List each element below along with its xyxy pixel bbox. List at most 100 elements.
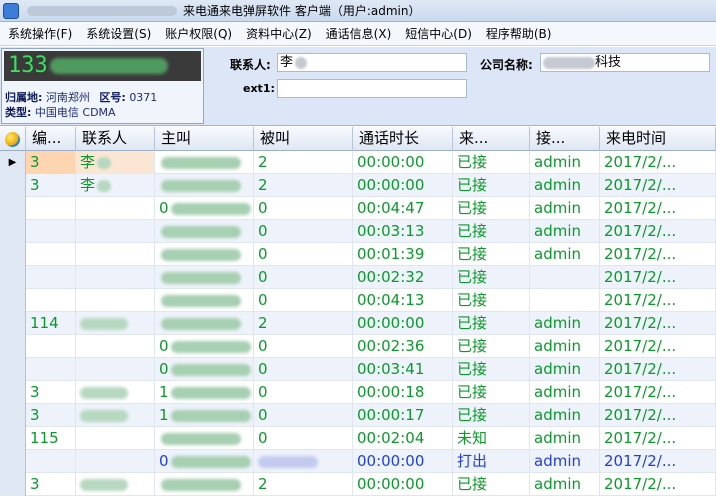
cell-duration: 00:00:18 [353, 381, 453, 404]
col-duration-header[interactable]: 通话时长 [353, 127, 453, 151]
cell-callee: 0 [254, 266, 353, 289]
caller-redacted [161, 432, 241, 445]
caller-redacted [170, 455, 251, 468]
table-row[interactable]: 3 李 2 00:00:00 已接 admin 2017/2/... [0, 174, 716, 197]
table-row[interactable]: 3 1 0 00:00:17 已接 admin 2017/2/... [0, 404, 716, 427]
cell-receiver: admin [530, 197, 600, 220]
cell-receiver: admin [530, 151, 600, 174]
phone-redacted [49, 58, 168, 74]
cell-callee: 0 [254, 404, 353, 427]
table-row[interactable]: 115 0 00:02:04 未知 admin 2017/2/... [0, 427, 716, 450]
row-header[interactable] [0, 289, 26, 312]
cell-callee: 2 [254, 151, 353, 174]
cell-status: 已接 [453, 358, 530, 381]
company-field[interactable]: 科技 [540, 53, 710, 72]
menu-sms-center[interactable]: 短信中心(D) [398, 25, 479, 42]
caller-redacted [161, 294, 241, 307]
cell-id [26, 220, 76, 243]
menu-system-ops[interactable]: 系统操作(F) [0, 25, 79, 42]
cell-duration: 00:00:00 [353, 450, 453, 473]
grid-corner[interactable] [0, 127, 26, 151]
row-header[interactable] [0, 473, 26, 496]
table-row[interactable]: 3 2 00:00:00 已接 admin 2017/2/... [0, 473, 716, 496]
cell-duration: 00:00:00 [353, 312, 453, 335]
cell-caller: 0 [155, 450, 254, 473]
contact-name: 李 [80, 153, 96, 171]
menu-account-permissions[interactable]: 账户权限(Q) [158, 25, 239, 42]
table-row[interactable]: 0 00:00:00 打出 admin 2017/2/... [0, 450, 716, 473]
table-row[interactable]: 3 1 0 00:00:18 已接 admin 2017/2/... [0, 381, 716, 404]
cell-contact [76, 450, 155, 473]
phone-prefix: 133 [8, 53, 48, 78]
row-header[interactable] [0, 266, 26, 289]
col-id-header[interactable]: 编... [26, 127, 76, 151]
type-line: 类型: 中国电信 CDMA [5, 104, 116, 120]
row-header[interactable] [0, 220, 26, 243]
menu-call-info[interactable]: 通话信息(X) [319, 25, 399, 42]
cell-contact: 李 [76, 151, 155, 174]
caller-prefix: 0 [159, 452, 169, 470]
row-header[interactable] [0, 197, 26, 220]
col-contact-header[interactable]: 联系人 [76, 127, 155, 151]
cell-callee: 0 [254, 427, 353, 450]
col-caller-header[interactable]: 主叫 [155, 127, 254, 151]
col-callee-header[interactable]: 被叫 [254, 127, 353, 151]
row-header[interactable] [0, 358, 26, 381]
table-row[interactable]: 0 00:03:13 已接 admin 2017/2/... [0, 220, 716, 243]
cell-callee [254, 450, 353, 473]
caller-redacted [170, 409, 251, 422]
row-header[interactable] [0, 404, 26, 427]
table-row[interactable]: 0 00:04:13 已接 2017/2/... [0, 289, 716, 312]
cell-caller [155, 473, 254, 496]
cell-status: 已接 [453, 381, 530, 404]
row-header[interactable]: ▶ [0, 151, 26, 174]
menu-help[interactable]: 程序帮助(B) [479, 25, 559, 42]
col-status-header[interactable]: 来... [453, 127, 530, 151]
cell-contact [76, 289, 155, 312]
table-row[interactable]: 0 0 00:02:36 已接 admin 2017/2/... [0, 335, 716, 358]
cell-time: 2017/2/... [600, 381, 716, 404]
cell-contact [76, 220, 155, 243]
menu-data-center[interactable]: 资料中心(Z) [239, 25, 319, 42]
table-row[interactable]: ▶ 3 李 2 00:00:00 已接 admin 2017/2/... [0, 151, 716, 174]
cell-id [26, 450, 76, 473]
caller-redacted [161, 478, 241, 491]
contact-redacted [97, 156, 112, 169]
table-row[interactable]: 0 00:02:32 已接 2017/2/... [0, 266, 716, 289]
menu-system-settings[interactable]: 系统设置(S) [79, 25, 158, 42]
cell-caller: 0 [155, 358, 254, 381]
cell-id [26, 335, 76, 358]
cell-status: 已接 [453, 335, 530, 358]
cell-status: 已接 [453, 266, 530, 289]
cell-status: 已接 [453, 243, 530, 266]
col-receiver-header[interactable]: 接... [530, 127, 600, 151]
col-time-header[interactable]: 来电时间 [600, 127, 716, 151]
cell-id [26, 358, 76, 381]
row-header[interactable] [0, 381, 26, 404]
cell-callee: 2 [254, 473, 353, 496]
call-records-grid: 编... 联系人 主叫 被叫 通话时长 来... 接... 来电时间 ▶ 3 李 2 00:00:00… [0, 127, 716, 500]
location-line: 归属地: 河南郑州 区号: 0371 [5, 89, 157, 105]
caller-redacted [161, 225, 241, 238]
cell-id: 3 [26, 473, 76, 496]
row-header[interactable] [0, 335, 26, 358]
cell-time: 2017/2/... [600, 174, 716, 197]
caller-redacted [170, 202, 251, 215]
row-header[interactable] [0, 174, 26, 197]
table-row[interactable]: 114 2 00:00:00 已接 admin 2017/2/... [0, 312, 716, 335]
cell-callee: 0 [254, 197, 353, 220]
ext-field[interactable] [277, 79, 467, 98]
contact-field[interactable]: 李 [277, 53, 467, 72]
table-row[interactable]: 0 0 00:04:47 已接 admin 2017/2/... [0, 197, 716, 220]
row-header[interactable] [0, 243, 26, 266]
cell-caller: 0 [155, 335, 254, 358]
cell-caller [155, 266, 254, 289]
row-header[interactable] [0, 312, 26, 335]
cell-callee: 0 [254, 243, 353, 266]
table-row[interactable]: 0 0 00:03:41 已接 admin 2017/2/... [0, 358, 716, 381]
row-header[interactable] [0, 427, 26, 450]
cell-id [26, 289, 76, 312]
row-header[interactable] [0, 450, 26, 473]
table-row[interactable]: 0 00:01:39 已接 admin 2017/2/... [0, 243, 716, 266]
current-row-arrow-icon: ▶ [8, 157, 17, 168]
